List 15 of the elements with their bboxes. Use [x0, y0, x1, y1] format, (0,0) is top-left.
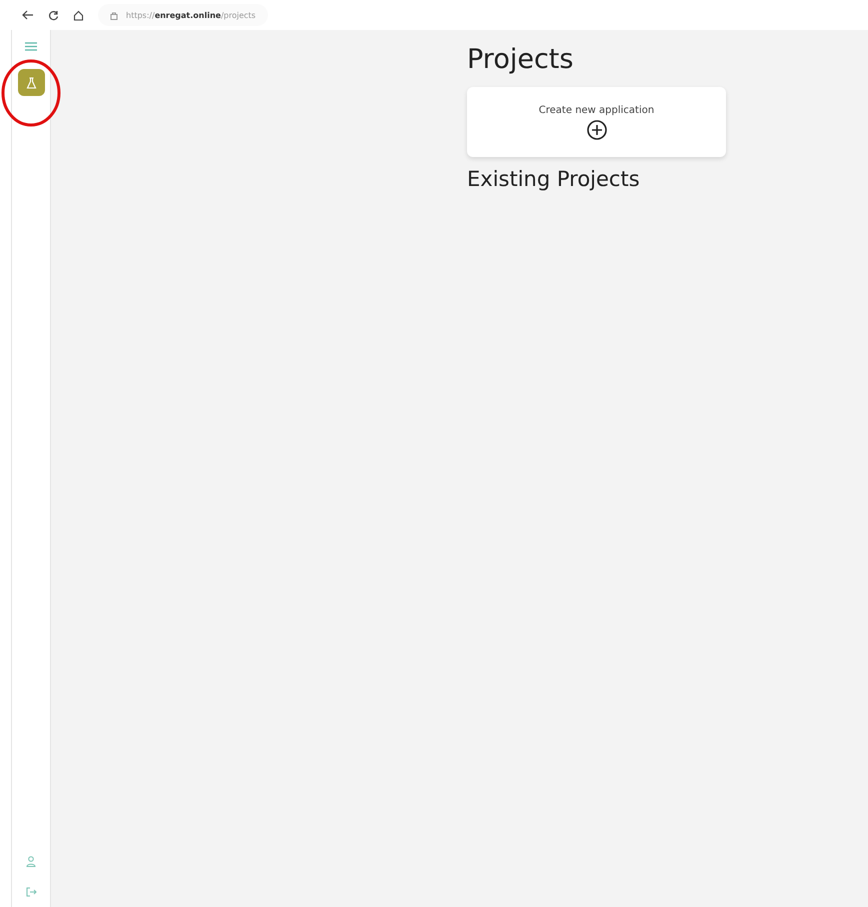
address-bar[interactable]: https://enregat.online/projects	[98, 4, 268, 26]
page-title: Projects	[467, 44, 574, 75]
user-icon[interactable]	[26, 856, 36, 867]
back-icon[interactable]	[22, 10, 34, 20]
home-icon[interactable]	[73, 10, 84, 20]
create-application-card[interactable]: Create new application	[467, 87, 726, 157]
highlight-circle	[1, 59, 61, 127]
flask-icon	[26, 76, 36, 88]
lock-icon	[110, 10, 118, 20]
section-title: Existing Projects	[467, 167, 640, 191]
flask-app-button[interactable]	[18, 69, 44, 96]
logout-icon[interactable]	[26, 887, 36, 897]
add-icon	[586, 120, 606, 140]
menu-icon[interactable]	[25, 42, 37, 51]
reload-icon[interactable]	[48, 10, 59, 20]
